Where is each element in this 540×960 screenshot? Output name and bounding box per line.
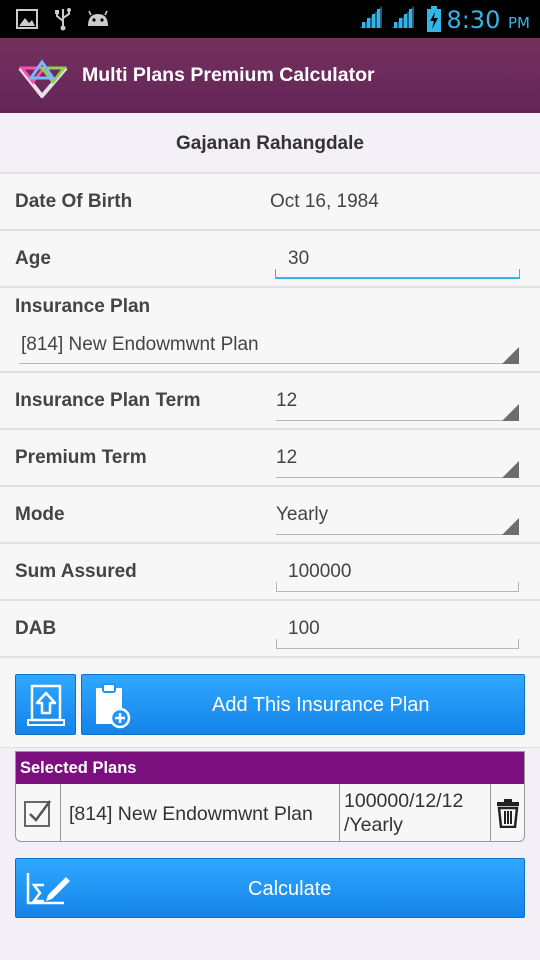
sigma-pen-icon	[26, 873, 70, 905]
cell-signal-icon	[392, 6, 414, 28]
selected-plan-details-line2: /Yearly	[344, 814, 403, 836]
plan-delete-cell	[491, 784, 524, 841]
plan-term-dropdown-icon[interactable]	[502, 404, 519, 421]
clipboard-add-icon	[96, 683, 131, 729]
upload-button[interactable]	[15, 674, 76, 735]
age-row: Age 30	[0, 231, 540, 288]
age-input-underline	[275, 269, 520, 279]
mode-underline	[276, 525, 519, 535]
dab-input[interactable]: 100	[288, 618, 320, 640]
status-time: 8:30 PM	[446, 6, 530, 34]
plan-row: Insurance Plan [814] New Endowmwnt Plan	[0, 288, 540, 373]
add-plan-button[interactable]: Add This Insurance Plan	[81, 674, 525, 735]
premium-term-row: Premium Term 12	[0, 430, 540, 487]
plan-term-underline	[276, 411, 519, 421]
dob-label: Date Of Birth	[15, 191, 133, 212]
plan-term-row: Insurance Plan Term 12	[0, 373, 540, 430]
app-bar: Multi Plans Premium Calculator	[0, 38, 540, 113]
premium-term-dropdown-icon[interactable]	[502, 461, 519, 478]
selected-plan-details-line1: 100000/12/12	[344, 790, 464, 812]
plan-term-label: Insurance Plan Term	[15, 390, 201, 411]
plan-select-underline	[19, 354, 519, 364]
mode-label: Mode	[15, 504, 65, 525]
usb-icon	[55, 8, 71, 31]
dob-row: Date Of Birth Oct 16, 1984	[0, 174, 540, 231]
mode-row: Mode Yearly	[0, 487, 540, 544]
status-time-ampm: PM	[508, 14, 530, 32]
plan-checkbox-cell	[16, 784, 61, 841]
dab-underline	[276, 639, 519, 649]
trash-icon[interactable]	[496, 798, 520, 828]
table-row: [814] New Endowmwnt Plan 100000/12/12 /Y…	[16, 784, 524, 841]
selected-plans-header: Selected Plans	[16, 752, 524, 784]
age-input[interactable]: 30	[288, 248, 309, 270]
mode-select[interactable]: Yearly	[276, 504, 328, 526]
sum-assured-row: Sum Assured 100000	[0, 544, 540, 601]
calculate-button-label: Calculate	[248, 878, 332, 900]
plan-label: Insurance Plan	[15, 296, 151, 317]
selected-plans-table: Selected Plans [814] New Endowmwnt Plan …	[15, 751, 525, 842]
android-icon	[88, 10, 108, 26]
customer-name: Gajanan Rahangdale	[0, 113, 540, 174]
mode-dropdown-icon[interactable]	[502, 518, 519, 535]
dab-row: DAB 100	[0, 601, 540, 658]
premium-term-select[interactable]: 12	[276, 447, 297, 469]
checkbox-checked-icon[interactable]	[23, 798, 53, 828]
plan-dropdown-icon[interactable]	[502, 347, 519, 364]
age-label: Age	[15, 248, 51, 269]
plan-term-select[interactable]: 12	[276, 390, 297, 412]
dab-label: DAB	[15, 618, 57, 639]
premium-term-label: Premium Term	[15, 447, 147, 468]
sum-assured-underline	[276, 582, 519, 592]
battery-charging-icon	[427, 6, 441, 32]
dob-value[interactable]: Oct 16, 1984	[270, 191, 379, 213]
add-plan-button-label: Add This Insurance Plan	[212, 694, 430, 716]
sum-assured-input[interactable]: 100000	[288, 561, 351, 583]
status-time-value: 8:30	[446, 6, 501, 34]
app-title: Multi Plans Premium Calculator	[82, 64, 375, 86]
wifi-signal-icon	[360, 6, 382, 28]
plan-select[interactable]: [814] New Endowmwnt Plan	[21, 334, 259, 356]
premium-term-underline	[276, 468, 519, 478]
image-icon	[16, 9, 38, 29]
upload-icon	[27, 684, 65, 726]
plan-name-cell: [814] New Endowmwnt Plan	[61, 784, 340, 841]
selected-plan-name: [814] New Endowmwnt Plan	[69, 803, 313, 825]
sum-assured-label: Sum Assured	[15, 561, 137, 582]
plan-details-cell: 100000/12/12 /Yearly	[340, 784, 491, 841]
app-logo-icon[interactable]	[16, 54, 70, 98]
status-bar: 8:30 PM	[0, 0, 540, 38]
calculate-button[interactable]: Calculate	[15, 858, 525, 918]
